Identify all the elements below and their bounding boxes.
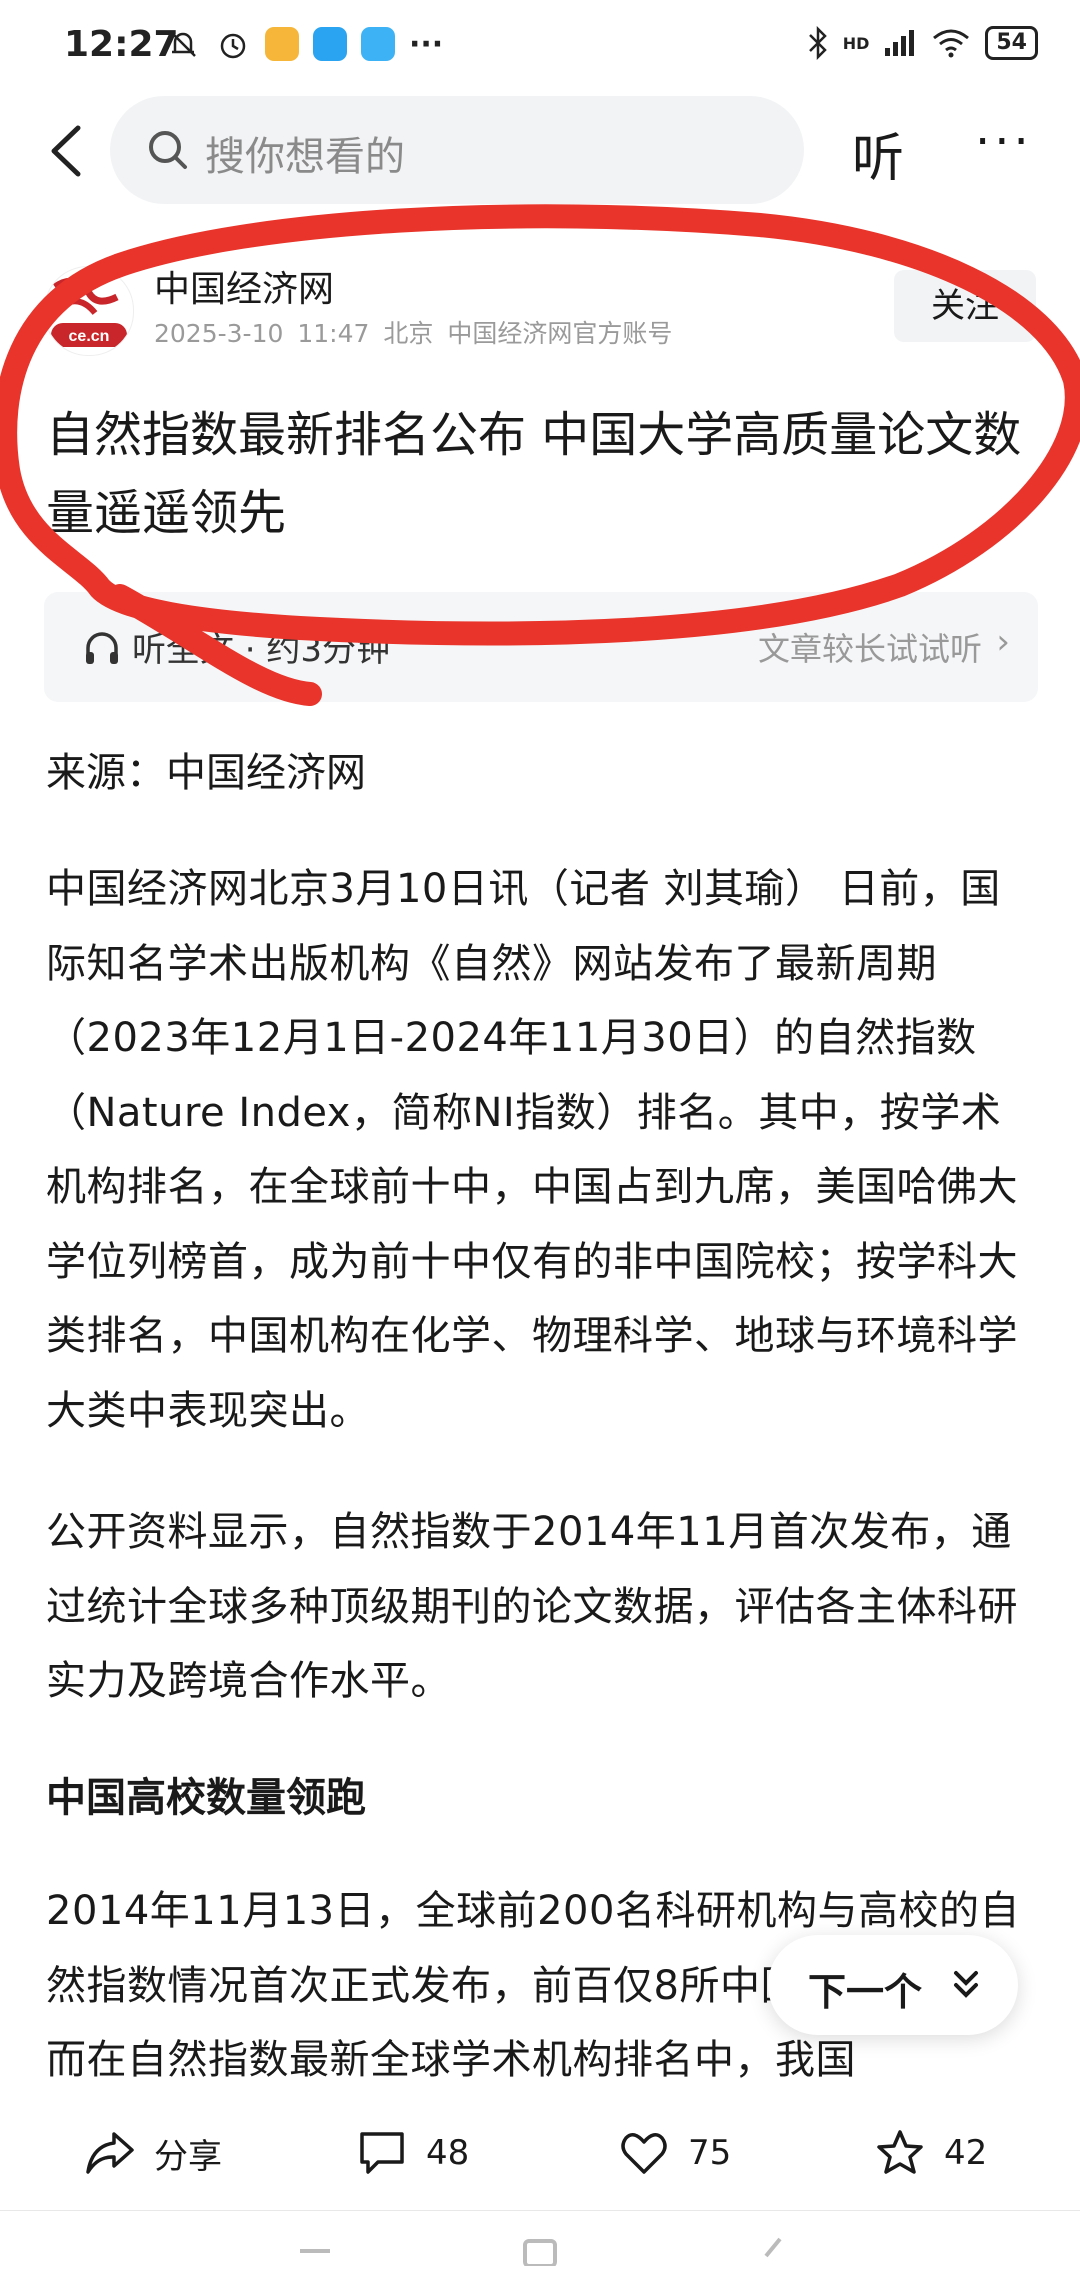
author-row: ce.cn 中国经济网 2025-3-10 11:47 北京 中国经济网官方账号…	[44, 266, 1044, 366]
article-source: 来源：中国经济网	[46, 750, 366, 796]
publish-date: 2025-3-10	[154, 319, 284, 348]
comment-icon	[360, 2132, 404, 2174]
listen-hint: 文章较长试试听	[757, 630, 982, 668]
comment-count: 48	[426, 2133, 470, 2173]
share-label: 分享	[154, 2136, 222, 2177]
section-heading: 中国高校数量领跑	[46, 1775, 366, 1821]
star-icon	[877, 2130, 923, 2174]
top-navigation: 搜你想看的 听 ···	[0, 96, 1080, 206]
bluetooth-icon	[808, 26, 827, 60]
article-paragraph: 公开资料显示，自然指数于2014年11月首次发布，通过统计全球多种顶级期刊的论文…	[46, 1509, 1018, 1704]
listen-full-label: 听全文 · 约3分钟	[132, 630, 391, 670]
network-type: HD	[842, 33, 870, 53]
app-notification-icon	[313, 27, 347, 61]
status-right: HD 54	[807, 26, 1038, 60]
next-article-label: 下一个	[808, 1970, 923, 2014]
system-navigation-bar	[0, 2210, 1080, 2268]
search-bar[interactable]: 搜你想看的	[110, 96, 804, 204]
account-type: 中国经济网官方账号	[447, 319, 673, 348]
app-notification-icon	[361, 27, 395, 61]
status-bar: 12:27 ··· HD 54	[0, 0, 1080, 96]
wifi-icon	[933, 29, 970, 58]
comment-button[interactable]: 48	[356, 2128, 469, 2178]
author-meta: 2025-3-10 11:47 北京 中国经济网官方账号	[154, 314, 672, 350]
share-icon	[86, 2132, 134, 2174]
mute-bell-icon	[170, 31, 196, 57]
like-button[interactable]: 75	[618, 2128, 731, 2178]
share-button[interactable]: 分享	[84, 2128, 222, 2178]
listen-full-article-bar[interactable]: 听全文 · 约3分钟 文章较长试试听 ›	[44, 592, 1038, 702]
headphones-icon	[86, 632, 118, 664]
search-icon	[149, 131, 187, 169]
app-notification-icon	[265, 27, 299, 61]
favorite-button[interactable]: 42	[874, 2128, 987, 2178]
next-article-button[interactable]: 下一个	[768, 1935, 1018, 2035]
chevron-right-icon: ›	[996, 622, 1010, 662]
battery-indicator: 54	[985, 26, 1038, 60]
signal-icon	[885, 30, 915, 56]
back-arrow-icon[interactable]	[40, 116, 100, 186]
author-name[interactable]: 中国经济网	[154, 260, 334, 312]
navigation-hints	[300, 2237, 782, 2268]
alarm-icon	[220, 33, 246, 59]
article-paragraph: 中国经济网北京3月10日讯（记者 刘其瑜） 日前，国际知名学术出版机构《自然》网…	[46, 866, 1018, 1434]
publish-location: 北京	[383, 319, 434, 348]
avatar[interactable]: ce.cn	[44, 266, 134, 356]
publisher-logo: ce.cn	[51, 277, 127, 347]
search-input[interactable]: 搜你想看的	[205, 124, 405, 182]
svg-text:ce.cn: ce.cn	[69, 328, 110, 345]
listen-button[interactable]: 听	[852, 116, 904, 191]
more-notifications-icon: ···	[409, 26, 444, 62]
double-chevron-down-icon	[954, 1971, 978, 1998]
favorite-count: 42	[944, 2133, 988, 2173]
more-options-button[interactable]: ···	[975, 114, 1033, 170]
bottom-action-bar: 分享 48 75 42	[0, 2100, 1080, 2210]
like-count: 75	[688, 2133, 732, 2173]
publish-time: 11:47	[297, 319, 370, 348]
follow-button[interactable]: 关注	[894, 270, 1036, 342]
article-title: 自然指数最新排名公布 中国大学高质量论文数量遥遥领先	[46, 407, 1022, 541]
notification-icons: ···	[165, 26, 443, 62]
status-time: 12:27	[64, 24, 179, 65]
heart-icon	[621, 2133, 667, 2174]
